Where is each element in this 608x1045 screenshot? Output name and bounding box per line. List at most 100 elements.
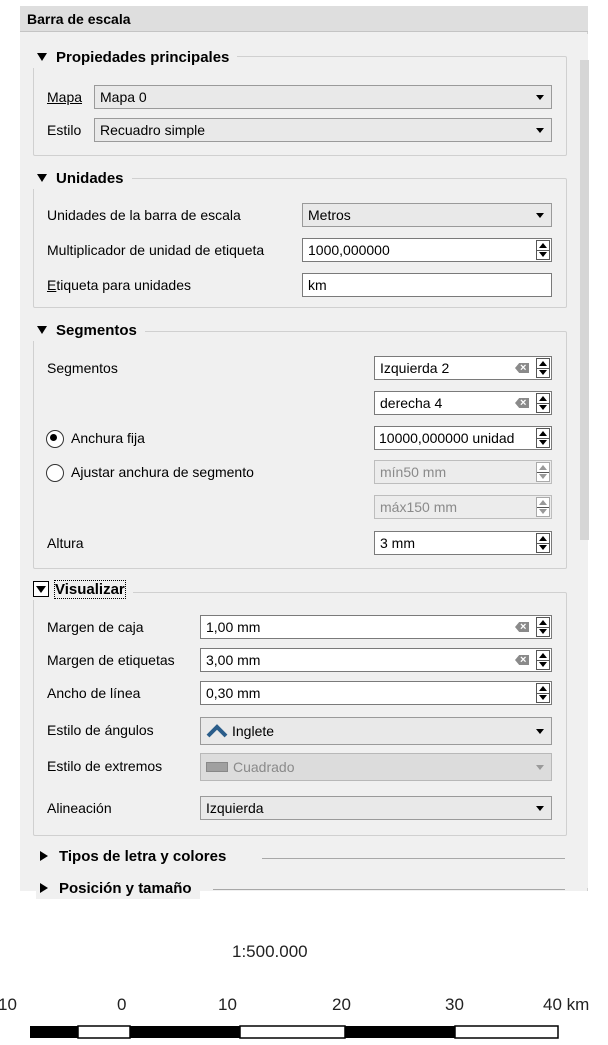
- section-fonts-header[interactable]: Tipos de letra y colores: [36, 847, 235, 867]
- scale-segment: [130, 1026, 240, 1038]
- miter-join-icon: [206, 724, 228, 738]
- multiplier-input[interactable]: 1000,000000: [302, 238, 552, 262]
- clear-icon[interactable]: [515, 363, 529, 373]
- label-margin-label: Margen de etiquetas: [47, 652, 175, 668]
- fixed-width-input[interactable]: 10000,000000 unidad: [374, 426, 552, 450]
- line-width-label: Ancho de línea: [47, 685, 141, 701]
- unit-label-input[interactable]: km: [302, 273, 552, 297]
- max-width-input[interactable]: máx150 mm: [374, 495, 552, 519]
- segments-label: Segmentos: [47, 360, 118, 376]
- box-margin-label: Margen de caja: [47, 619, 144, 635]
- map-select-value: Mapa 0: [100, 89, 147, 105]
- style-select[interactable]: Recuadro simple: [94, 118, 552, 142]
- chevron-down-icon: [536, 806, 544, 811]
- style-label: Estilo: [47, 122, 82, 138]
- label-margin-input[interactable]: 3,00 mm: [200, 648, 552, 672]
- scale-tick-label: 20: [332, 995, 351, 1014]
- spinner-icon[interactable]: [536, 683, 550, 703]
- spinner-icon[interactable]: [536, 358, 550, 378]
- scrollbar-thumb[interactable]: [580, 60, 589, 540]
- clear-icon[interactable]: [515, 398, 529, 408]
- map-label: Mapa: [47, 89, 83, 105]
- height-value: 3 mm: [380, 535, 415, 551]
- multiplier-value: 1000,000000: [308, 242, 390, 258]
- line-width-input[interactable]: 0,30 mm: [200, 681, 552, 705]
- spinner-icon[interactable]: [536, 462, 550, 482]
- section-position-header[interactable]: Posición y tamaño: [36, 879, 200, 899]
- spinner-icon[interactable]: [536, 650, 550, 670]
- fixed-width-radio[interactable]: Anchura fija: [46, 427, 145, 449]
- left-segments-value: Izquierda 2: [380, 360, 450, 376]
- section-main-header[interactable]: Propiedades principales: [33, 48, 238, 68]
- unit-label-value: km: [308, 277, 327, 293]
- spinner-icon[interactable]: [536, 240, 550, 260]
- collapse-arrow-icon: [37, 174, 47, 183]
- fit-width-radio[interactable]: Ajustar anchura de segmento: [46, 461, 254, 483]
- scale-ratio: 1:500.000: [232, 942, 308, 961]
- clear-icon[interactable]: [515, 622, 529, 632]
- unit-label-label: Etiqueta para unidades: [47, 277, 192, 293]
- join-style-value: Inglete: [232, 723, 275, 739]
- left-segments-input[interactable]: Izquierda 2: [374, 356, 552, 380]
- collapse-arrow-icon: [33, 581, 49, 598]
- min-width-input[interactable]: mín50 mm: [374, 460, 552, 484]
- chevron-down-icon: [536, 95, 544, 100]
- alignment-select[interactable]: Izquierda: [200, 796, 552, 820]
- map-select[interactable]: Mapa 0: [94, 85, 552, 109]
- cap-style-label: Estilo de extremos: [47, 758, 163, 774]
- section-position-title: Posición y tamaño: [59, 880, 192, 897]
- expand-arrow-icon: [40, 851, 48, 862]
- section-fonts-title: Tipos de letra y colores: [59, 848, 227, 865]
- expand-arrow-icon: [40, 883, 48, 894]
- square-cap-icon: [206, 762, 228, 773]
- bar-units-select[interactable]: Metros: [302, 203, 552, 227]
- fixed-width-value: 10000,000000 unidad: [379, 430, 515, 446]
- bar-units-value: Metros: [308, 207, 351, 223]
- height-input[interactable]: 3 mm: [374, 531, 552, 555]
- join-style-label: Estilo de ángulos: [47, 722, 154, 738]
- section-segments-title: Segmentos: [56, 322, 137, 339]
- height-label: Altura: [47, 535, 84, 551]
- collapse-arrow-icon: [37, 326, 47, 335]
- clear-icon[interactable]: [515, 655, 529, 665]
- spinner-icon[interactable]: [536, 428, 550, 448]
- alignment-value: Izquierda: [206, 800, 264, 816]
- radio-checked-icon[interactable]: [46, 430, 64, 449]
- join-style-select[interactable]: Inglete: [200, 717, 552, 745]
- alignment-label: Alineación: [47, 800, 112, 816]
- scale-tick-label: 10: [218, 995, 237, 1014]
- chevron-down-icon: [536, 213, 544, 218]
- right-segments-input[interactable]: derecha 4: [374, 391, 552, 415]
- scale-segment: [454, 1025, 559, 1039]
- spinner-icon[interactable]: [536, 393, 550, 413]
- section-display-header[interactable]: Visualizar: [29, 580, 133, 600]
- box-margin-value: 1,00 mm: [206, 619, 261, 635]
- cap-style-select[interactable]: Cuadrado: [200, 753, 552, 781]
- line-width-value: 0,30 mm: [206, 685, 261, 701]
- min-width-value: mín50 mm: [380, 464, 447, 480]
- scale-segment: [239, 1025, 346, 1039]
- section-segments-header[interactable]: Segmentos: [33, 321, 145, 341]
- scale-bar-graphic: [30, 1025, 559, 1039]
- section-main-title: Propiedades principales: [56, 49, 230, 66]
- section-units-title: Unidades: [56, 170, 124, 187]
- spinner-icon[interactable]: [536, 533, 550, 553]
- scale-segment: [345, 1026, 455, 1038]
- chevron-down-icon: [536, 128, 544, 133]
- style-select-value: Recuadro simple: [100, 122, 206, 138]
- box-margin-input[interactable]: 1,00 mm: [200, 615, 552, 639]
- section-units-header[interactable]: Unidades: [33, 169, 132, 189]
- max-width-value: máx150 mm: [380, 499, 458, 515]
- scale-tick-label: 30: [445, 995, 464, 1014]
- spinner-icon[interactable]: [536, 497, 550, 517]
- radio-unchecked-icon[interactable]: [46, 464, 64, 483]
- scale-tick-label: 10: [0, 995, 17, 1014]
- chevron-down-icon: [536, 729, 544, 734]
- fixed-width-label: Anchura fija: [71, 430, 145, 446]
- multiplier-label: Multiplicador de unidad de etiqueta: [47, 242, 265, 258]
- bar-units-label: Unidades de la barra de escala: [47, 207, 241, 223]
- spinner-icon[interactable]: [536, 617, 550, 637]
- chevron-down-icon: [536, 765, 544, 770]
- collapse-arrow-icon: [37, 53, 47, 62]
- divider: [262, 858, 565, 859]
